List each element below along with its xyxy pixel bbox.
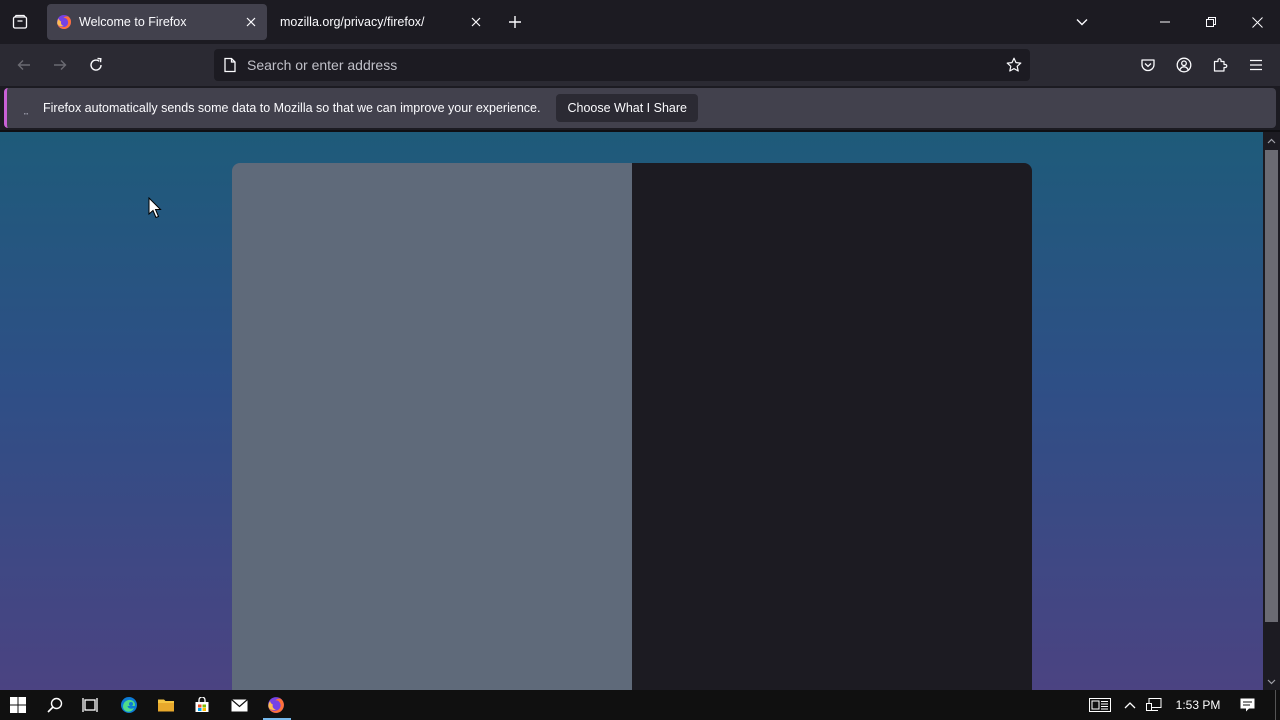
minimize-button[interactable] bbox=[1142, 0, 1188, 44]
close-icon bbox=[471, 17, 481, 27]
star-icon bbox=[1006, 57, 1022, 72]
show-hidden-icons-button[interactable] bbox=[1120, 690, 1140, 720]
mouse-cursor-icon bbox=[148, 197, 162, 219]
tab-title: mozilla.org/privacy/firefox/ bbox=[280, 15, 425, 29]
action-center-button[interactable] bbox=[1234, 690, 1260, 720]
puzzle-icon bbox=[1213, 58, 1228, 72]
welcome-dialog-right-panel bbox=[632, 163, 1032, 690]
pocket-icon bbox=[1141, 59, 1155, 72]
back-button[interactable] bbox=[9, 50, 39, 80]
chevron-up-icon bbox=[1267, 138, 1276, 143]
tab-strip: Welcome to Firefox mozilla.org/privacy/f… bbox=[0, 0, 1280, 44]
reload-button[interactable] bbox=[81, 50, 111, 80]
taskbar-edge[interactable] bbox=[111, 690, 147, 720]
scroll-down-button[interactable] bbox=[1263, 673, 1280, 690]
app-menu-button[interactable] bbox=[1241, 50, 1271, 80]
windows-taskbar: 1:53 PM bbox=[0, 690, 1280, 720]
extensions-button[interactable] bbox=[1205, 50, 1235, 80]
account-button[interactable] bbox=[1169, 50, 1199, 80]
url-bar[interactable] bbox=[214, 49, 1030, 81]
search-icon bbox=[47, 697, 63, 713]
hamburger-menu-icon bbox=[1250, 59, 1262, 71]
data-collection-notification: Firefox automatically sends some data to… bbox=[4, 88, 1276, 128]
firefox-icon bbox=[57, 14, 72, 29]
edge-icon bbox=[121, 697, 137, 713]
mail-icon bbox=[230, 698, 248, 711]
restore-button[interactable] bbox=[1188, 0, 1234, 44]
address-input[interactable] bbox=[247, 57, 1000, 73]
vertical-scrollbar[interactable] bbox=[1263, 132, 1280, 690]
list-all-tabs-button[interactable] bbox=[1068, 8, 1096, 36]
page-content bbox=[0, 132, 1263, 690]
network-icon bbox=[1146, 698, 1162, 711]
account-icon bbox=[1176, 57, 1192, 73]
news-icon bbox=[1089, 698, 1111, 712]
tab-close-button[interactable] bbox=[464, 10, 488, 34]
close-window-button[interactable] bbox=[1234, 0, 1280, 44]
page-icon bbox=[224, 57, 236, 73]
pocket-button[interactable] bbox=[1133, 50, 1163, 80]
forward-button[interactable] bbox=[45, 50, 75, 80]
taskbar-store[interactable] bbox=[184, 690, 220, 720]
show-desktop-button[interactable] bbox=[1275, 690, 1276, 720]
tab-privacy[interactable]: mozilla.org/privacy/firefox/ bbox=[272, 4, 492, 40]
scroll-up-button[interactable] bbox=[1263, 132, 1280, 149]
info-icon bbox=[24, 113, 28, 115]
windows-start-icon bbox=[10, 697, 26, 713]
tab-welcome[interactable]: Welcome to Firefox bbox=[47, 4, 267, 40]
start-button[interactable] bbox=[0, 690, 36, 720]
minimize-icon bbox=[1160, 21, 1170, 23]
arrow-left-icon bbox=[17, 60, 30, 70]
chevron-down-icon bbox=[1076, 19, 1088, 26]
close-icon bbox=[1251, 16, 1263, 28]
chevron-up-icon bbox=[1124, 702, 1136, 709]
taskbar-mail[interactable] bbox=[221, 690, 257, 720]
tab-close-button[interactable] bbox=[239, 10, 263, 34]
taskbar-file-explorer[interactable] bbox=[148, 690, 184, 720]
welcome-dialog-left-panel bbox=[232, 163, 632, 690]
news-widget-button[interactable] bbox=[1086, 690, 1114, 720]
scrollbar-thumb[interactable] bbox=[1265, 150, 1278, 622]
notification-icon bbox=[1240, 698, 1254, 712]
firefox-view-icon bbox=[12, 14, 28, 29]
new-tab-button[interactable] bbox=[501, 8, 529, 36]
chevron-down-icon bbox=[1267, 679, 1276, 684]
taskbar-firefox[interactable] bbox=[258, 690, 294, 720]
bookmark-star-button[interactable] bbox=[1000, 51, 1028, 79]
firefox-view-button[interactable] bbox=[6, 8, 34, 36]
task-view-icon bbox=[82, 698, 98, 712]
network-button[interactable] bbox=[1143, 690, 1165, 720]
notification-text: Firefox automatically sends some data to… bbox=[43, 101, 541, 115]
arrow-right-icon bbox=[54, 60, 67, 70]
restore-icon bbox=[1206, 17, 1216, 27]
plus-icon bbox=[509, 16, 521, 28]
navigation-toolbar bbox=[0, 44, 1280, 86]
store-icon bbox=[195, 697, 209, 712]
welcome-dialog bbox=[232, 163, 1032, 690]
firefox-icon bbox=[268, 697, 284, 713]
choose-what-i-share-button[interactable]: Choose What I Share bbox=[556, 94, 698, 122]
file-explorer-icon bbox=[158, 699, 174, 712]
taskbar-clock[interactable]: 1:53 PM bbox=[1170, 690, 1226, 720]
taskbar-search-button[interactable] bbox=[37, 690, 73, 720]
task-view-button[interactable] bbox=[72, 690, 108, 720]
reload-icon bbox=[90, 57, 102, 71]
tab-title: Welcome to Firefox bbox=[79, 15, 187, 29]
close-icon bbox=[246, 17, 256, 27]
